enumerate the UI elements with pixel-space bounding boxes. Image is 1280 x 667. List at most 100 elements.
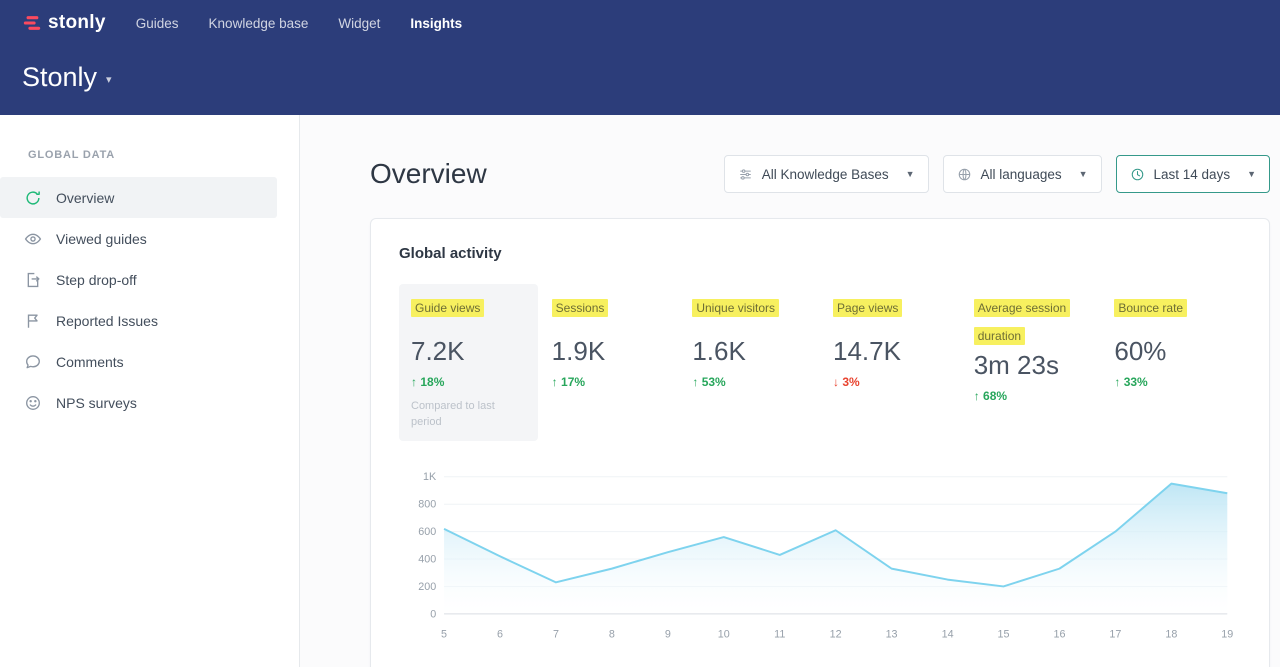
sidebar-item-viewed-guides[interactable]: Viewed guides bbox=[0, 218, 277, 259]
metric-change: ↑ 17% bbox=[552, 375, 667, 389]
svg-text:19: 19 bbox=[1221, 628, 1233, 640]
chart-area: 02004006008001K5678910111213141516171819 bbox=[399, 467, 1241, 645]
svg-text:600: 600 bbox=[418, 526, 436, 538]
metric-label: Average session duration bbox=[974, 294, 1089, 350]
svg-text:16: 16 bbox=[1053, 628, 1065, 640]
metric-sessions[interactable]: Sessions 1.9K ↑ 17% bbox=[540, 284, 679, 441]
nav-insights[interactable]: Insights bbox=[410, 16, 462, 31]
filter-bar: All Knowledge Bases ▼ All languages ▼ bbox=[724, 155, 1270, 193]
sidebar-item-step-drop-off[interactable]: Step drop-off bbox=[0, 259, 277, 300]
filter-label: All Knowledge Bases bbox=[762, 167, 889, 182]
sidebar-item-reported-issues[interactable]: Reported Issues bbox=[0, 300, 277, 341]
metric-change: ↑ 68% bbox=[974, 389, 1089, 403]
svg-text:11: 11 bbox=[774, 628, 785, 640]
metric-value: 3m 23s bbox=[974, 350, 1089, 381]
top-nav-links: Guides Knowledge base Widget Insights bbox=[136, 16, 462, 31]
svg-text:200: 200 bbox=[418, 581, 436, 593]
top-header: stonly Guides Knowledge base Widget Insi… bbox=[0, 0, 1280, 115]
metric-label: Guide views bbox=[411, 294, 526, 336]
metric-average-session-duration[interactable]: Average session duration 3m 23s ↑ 68% bbox=[962, 284, 1101, 441]
metric-value: 7.2K bbox=[411, 336, 526, 367]
trend-arrow-icon: ↑ bbox=[692, 375, 698, 389]
app-root: stonly Guides Knowledge base Widget Insi… bbox=[0, 0, 1280, 667]
comment-icon bbox=[24, 353, 42, 371]
chevron-down-icon: ▼ bbox=[1247, 169, 1256, 179]
trend-arrow-icon: ↑ bbox=[1114, 375, 1120, 389]
svg-text:6: 6 bbox=[497, 628, 503, 640]
flag-icon bbox=[24, 312, 42, 330]
svg-text:400: 400 bbox=[418, 553, 436, 565]
metric-note: Compared to last period bbox=[411, 399, 526, 431]
trend-arrow-icon: ↑ bbox=[552, 375, 558, 389]
sidebar-item-label: Reported Issues bbox=[56, 313, 158, 329]
global-activity-chart: 02004006008001K5678910111213141516171819 bbox=[399, 467, 1241, 645]
metric-bounce-rate[interactable]: Bounce rate 60% ↑ 33% bbox=[1102, 284, 1241, 441]
knowledge-bases-filter[interactable]: All Knowledge Bases ▼ bbox=[724, 155, 929, 193]
date-range-filter[interactable]: Last 14 days ▼ bbox=[1116, 155, 1270, 193]
metric-label: Sessions bbox=[552, 294, 667, 336]
card-title: Global activity bbox=[399, 245, 1241, 262]
metric-value: 1.9K bbox=[552, 336, 667, 367]
metric-value: 14.7K bbox=[833, 336, 948, 367]
metric-value: 60% bbox=[1114, 336, 1229, 367]
page-title: Overview bbox=[370, 158, 487, 190]
step-dropoff-icon bbox=[24, 271, 42, 289]
sidebar-item-overview[interactable]: Overview bbox=[0, 177, 277, 218]
metric-unique-visitors[interactable]: Unique visitors 1.6K ↑ 53% bbox=[680, 284, 819, 441]
svg-text:7: 7 bbox=[553, 628, 559, 640]
trend-arrow-icon: ↑ bbox=[411, 375, 417, 389]
metric-change: ↓ 3% bbox=[833, 375, 948, 389]
stonly-logo-icon bbox=[22, 13, 42, 33]
chevron-down-icon: ▼ bbox=[1079, 169, 1088, 179]
svg-text:9: 9 bbox=[665, 628, 671, 640]
languages-filter[interactable]: All languages ▼ bbox=[943, 155, 1102, 193]
sidebar-item-comments[interactable]: Comments bbox=[0, 341, 277, 382]
globe-icon bbox=[957, 167, 972, 182]
svg-text:1K: 1K bbox=[423, 471, 437, 483]
sidebar-item-label: Comments bbox=[56, 354, 124, 370]
metric-label: Page views bbox=[833, 294, 948, 336]
metric-label: Bounce rate bbox=[1114, 294, 1229, 336]
svg-text:800: 800 bbox=[418, 499, 436, 511]
smiley-icon bbox=[24, 394, 42, 412]
sidebar-section-label: GLOBAL DATA bbox=[0, 149, 299, 161]
page-head: Overview All Knowledge Bases ▼ All lan bbox=[370, 155, 1270, 193]
sidebar-item-nps-surveys[interactable]: NPS surveys bbox=[0, 382, 277, 423]
svg-text:18: 18 bbox=[1165, 628, 1177, 640]
sidebar-item-label: NPS surveys bbox=[56, 395, 137, 411]
workspace-title: Stonly bbox=[22, 62, 97, 93]
svg-text:8: 8 bbox=[609, 628, 615, 640]
main-content: Overview All Knowledge Bases ▼ All lan bbox=[300, 115, 1280, 667]
overview-icon bbox=[24, 189, 42, 207]
sliders-icon bbox=[738, 167, 753, 182]
stonly-logo[interactable]: stonly bbox=[22, 12, 106, 34]
global-activity-card: Global activity Guide views 7.2K ↑ 18% C… bbox=[370, 218, 1270, 667]
workspace-selector[interactable]: Stonly ▾ bbox=[22, 62, 1280, 93]
filter-label: All languages bbox=[981, 167, 1062, 182]
eye-icon bbox=[24, 230, 42, 248]
nav-guides[interactable]: Guides bbox=[136, 16, 179, 31]
svg-text:12: 12 bbox=[830, 628, 842, 640]
metric-change: ↑ 53% bbox=[692, 375, 807, 389]
top-nav: stonly Guides Knowledge base Widget Insi… bbox=[22, 8, 1280, 38]
metric-guide-views[interactable]: Guide views 7.2K ↑ 18% Compared to last … bbox=[399, 284, 538, 441]
svg-text:5: 5 bbox=[441, 628, 447, 640]
svg-text:13: 13 bbox=[886, 628, 898, 640]
workspace-caret-icon: ▾ bbox=[106, 69, 112, 86]
svg-text:0: 0 bbox=[430, 608, 436, 620]
svg-text:15: 15 bbox=[997, 628, 1009, 640]
metric-change: ↑ 33% bbox=[1114, 375, 1229, 389]
logo-text: stonly bbox=[48, 12, 106, 34]
metric-label: Unique visitors bbox=[692, 294, 807, 336]
nav-widget[interactable]: Widget bbox=[338, 16, 380, 31]
nav-knowledge-base[interactable]: Knowledge base bbox=[209, 16, 309, 31]
chevron-down-icon: ▼ bbox=[906, 169, 915, 179]
body-row: GLOBAL DATA Overview Viewed guides Step … bbox=[0, 115, 1280, 667]
metric-page-views[interactable]: Page views 14.7K ↓ 3% bbox=[821, 284, 960, 441]
metric-value: 1.6K bbox=[692, 336, 807, 367]
sidebar-item-label: Viewed guides bbox=[56, 231, 147, 247]
clock-icon bbox=[1130, 167, 1145, 182]
svg-text:10: 10 bbox=[718, 628, 730, 640]
svg-text:17: 17 bbox=[1109, 628, 1121, 640]
filter-label: Last 14 days bbox=[1154, 167, 1231, 182]
